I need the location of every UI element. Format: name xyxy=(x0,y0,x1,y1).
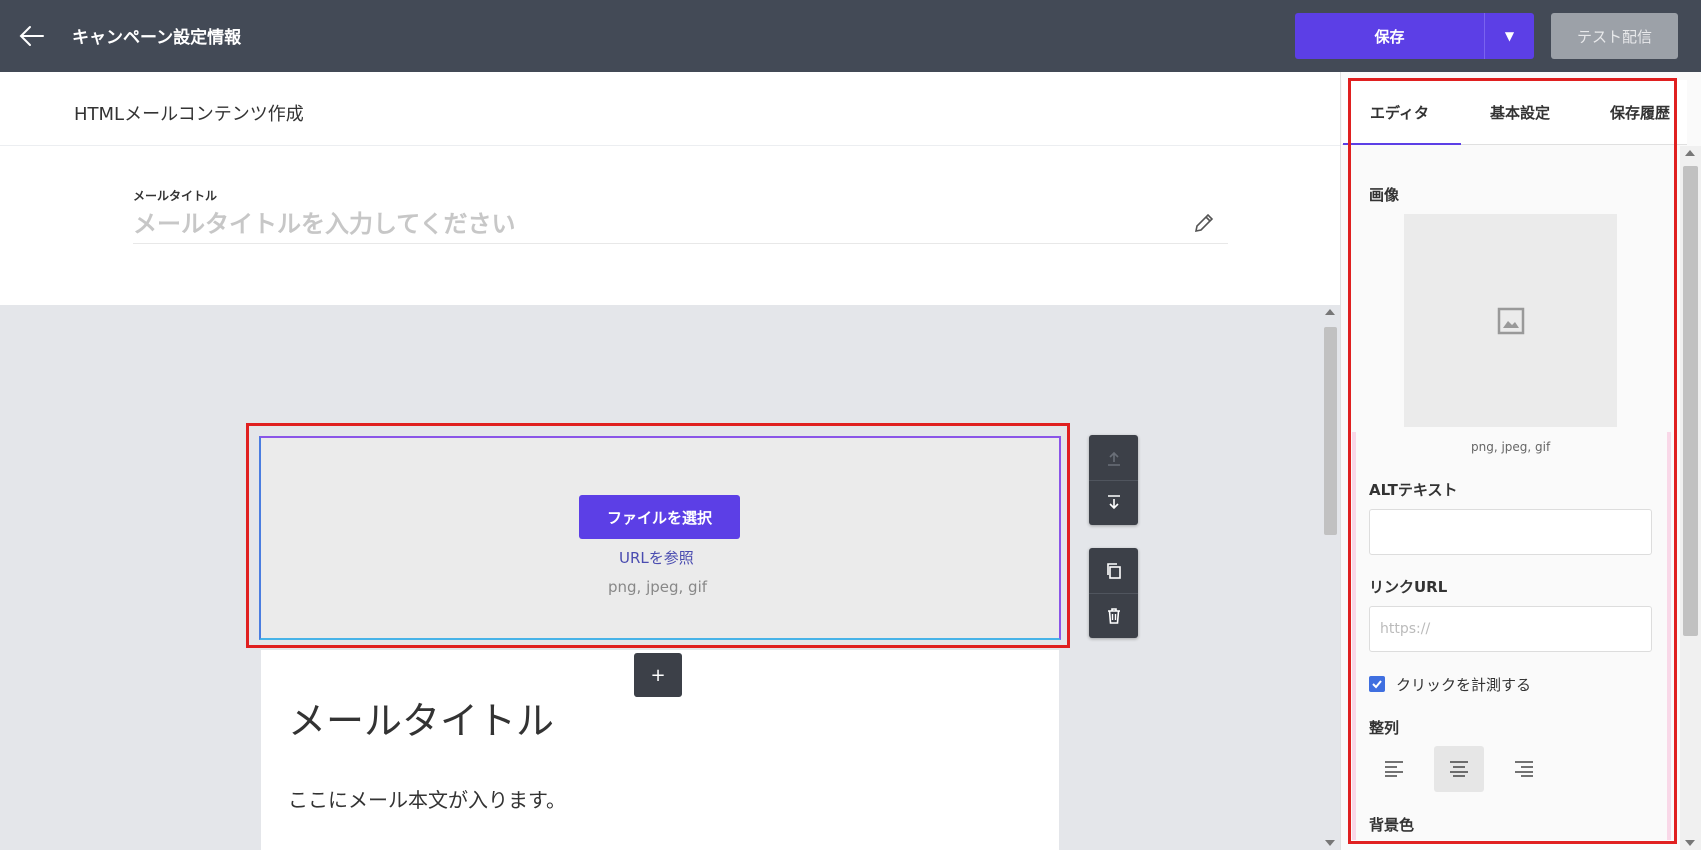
mail-heading-text[interactable]: メールタイトル xyxy=(288,690,554,745)
mail-title-section: メールタイトル xyxy=(0,146,1340,305)
block-action-toolbar xyxy=(1089,548,1138,638)
editor-title: HTMLメールコンテンツ作成 xyxy=(74,104,304,125)
pencil-icon[interactable] xyxy=(1193,212,1215,234)
panel-scroll-down-icon[interactable] xyxy=(1685,840,1695,846)
block-move-toolbar xyxy=(1089,435,1138,525)
scroll-down-icon[interactable] xyxy=(1325,840,1335,846)
save-dropdown-button[interactable]: ▼ xyxy=(1485,13,1534,59)
move-up-icon xyxy=(1107,451,1120,466)
page-title: キャンペーン設定情報 xyxy=(72,28,242,48)
test-send-button[interactable]: テスト配信 xyxy=(1551,13,1678,59)
choose-file-button[interactable]: ファイルを選択 xyxy=(579,495,740,539)
panel-scroll-up-icon[interactable] xyxy=(1685,150,1695,156)
back-arrow-icon[interactable] xyxy=(18,22,46,50)
add-block-button[interactable]: + xyxy=(634,653,682,697)
move-down-icon xyxy=(1107,495,1120,510)
editor-subheader: HTMLメールコンテンツ作成 xyxy=(0,72,1340,146)
mail-body-text[interactable]: ここにメール本文が入ります。 xyxy=(288,784,566,813)
panel-scrollbar[interactable] xyxy=(1680,146,1701,850)
panel-scroll-thumb[interactable] xyxy=(1683,166,1698,636)
canvas-scroll-thumb[interactable] xyxy=(1324,327,1337,535)
save-button-group: 保存 ▼ xyxy=(1295,13,1534,59)
mail-title-label: メールタイトル xyxy=(133,189,218,203)
trash-icon xyxy=(1107,608,1120,624)
top-header: キャンペーン設定情報 保存 ▼ テスト配信 xyxy=(0,0,1701,72)
panel-highlight xyxy=(1348,78,1677,844)
allowed-file-types: png, jpeg, gif xyxy=(608,578,708,596)
move-up-button[interactable] xyxy=(1089,435,1138,480)
move-down-button[interactable] xyxy=(1089,480,1138,525)
browse-url-link[interactable]: URLを参照 xyxy=(619,547,694,568)
caret-down-icon: ▼ xyxy=(1504,29,1515,43)
copy-icon xyxy=(1106,562,1121,579)
mail-title-input[interactable] xyxy=(133,204,1228,244)
canvas-scrollbar[interactable] xyxy=(1321,305,1340,850)
scroll-up-icon[interactable] xyxy=(1325,309,1335,315)
delete-button[interactable] xyxy=(1089,593,1138,638)
duplicate-button[interactable] xyxy=(1089,548,1138,593)
save-button[interactable]: 保存 xyxy=(1295,13,1485,59)
